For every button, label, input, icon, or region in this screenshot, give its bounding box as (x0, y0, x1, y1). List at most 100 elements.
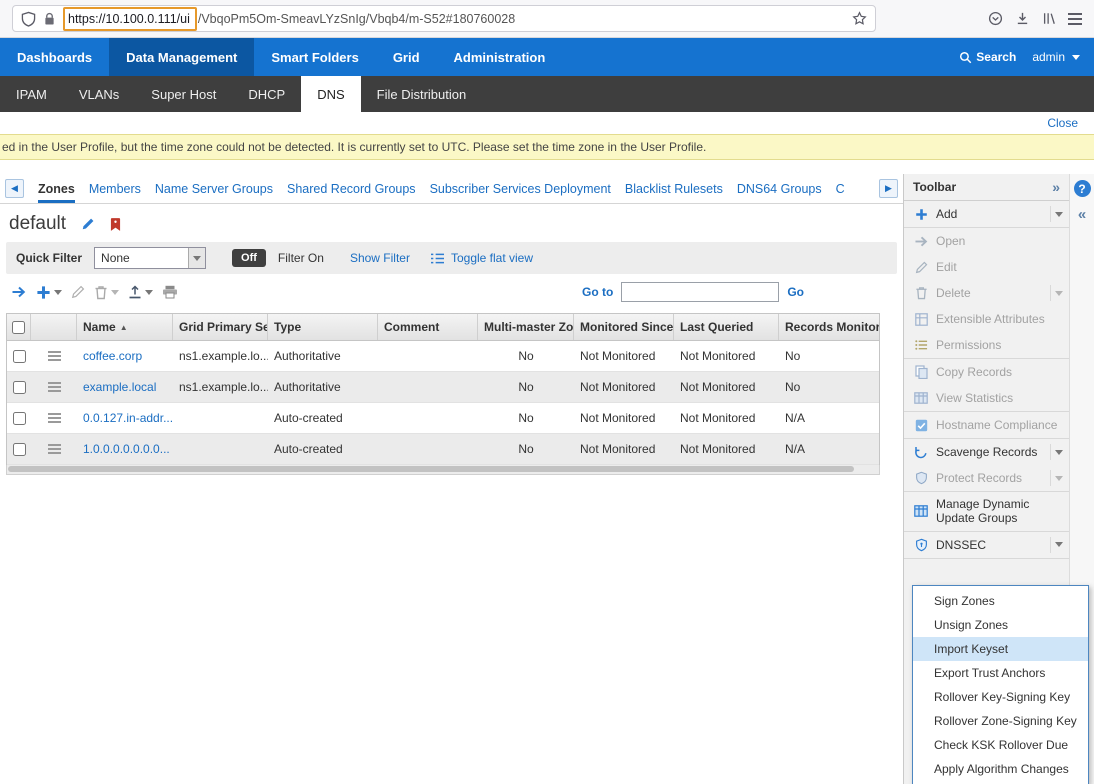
filter-on-label: Filter On (278, 251, 324, 265)
toolbar-item-label: Scavenge Records (936, 445, 1041, 459)
user-menu[interactable]: admin (1032, 50, 1080, 64)
manage-dynamic-update-groups-icon (913, 505, 929, 517)
tabs-scroll-left-button[interactable]: ◀ (5, 179, 24, 198)
zone-link[interactable]: 0.0.127.in-addr... (83, 411, 173, 425)
nav-item-smart-folders[interactable]: Smart Folders (254, 38, 375, 76)
subnav-item-vlans[interactable]: VLANs (63, 76, 135, 112)
quick-filter-select[interactable]: None (94, 247, 206, 269)
row-checkbox[interactable] (13, 350, 26, 363)
collapse-panel-icon[interactable]: « (1078, 206, 1086, 223)
go-button[interactable]: Go (787, 285, 804, 299)
subnav-label: DHCP (248, 87, 285, 102)
add-icon (913, 208, 929, 221)
subnav-item-dns[interactable]: DNS (301, 76, 360, 112)
zone-link[interactable]: example.local (83, 380, 156, 394)
select-all-checkbox[interactable] (12, 321, 25, 334)
help-icon[interactable]: ? (1074, 180, 1091, 197)
column-header-comment[interactable]: Comment (378, 314, 478, 340)
row-menu-icon[interactable] (48, 448, 61, 450)
tab-dns64-groups[interactable]: DNS64 Groups (737, 174, 822, 203)
column-header-type[interactable]: Type (268, 314, 378, 340)
filter-toggle-button[interactable]: Off (232, 249, 266, 267)
dnssec-dropdown-caret[interactable] (1050, 537, 1067, 553)
tab-subscriber-services-deployment[interactable]: Subscriber Services Deployment (430, 174, 611, 203)
row-menu-icon[interactable] (48, 417, 61, 419)
row-checkbox[interactable] (13, 412, 26, 425)
subnav-item-ipam[interactable]: IPAM (0, 76, 63, 112)
horizontal-scrollbar[interactable] (6, 465, 880, 475)
goto-input[interactable] (621, 282, 779, 302)
subnav-item-dhcp[interactable]: DHCP (232, 76, 301, 112)
tracking-shield-icon[interactable] (21, 11, 36, 27)
menu-item-rollover-key-signing-key[interactable]: Rollover Key-Signing Key (913, 685, 1088, 709)
global-search-button[interactable]: Search (959, 50, 1016, 64)
menu-item-rollover-zone-signing-key[interactable]: Rollover Zone-Signing Key (913, 709, 1088, 733)
table-row[interactable]: 1.0.0.0.0.0.0.0... Auto-created No Not M… (7, 434, 879, 465)
scavenge-dropdown-caret[interactable] (1050, 444, 1067, 460)
row-checkbox[interactable] (13, 443, 26, 456)
column-header-monitored-since[interactable]: Monitored Since (574, 314, 674, 340)
tab-truncated[interactable]: C (836, 174, 845, 203)
toggle-flat-view[interactable]: Toggle flat view (430, 251, 533, 265)
cell-comment (378, 434, 478, 464)
toolbar-manage-dynamic-update-groups-button[interactable]: Manage Dynamic Update Groups (904, 492, 1069, 531)
column-header-grid-primary[interactable]: Grid Primary Se... (173, 314, 268, 340)
nav-item-data-management[interactable]: Data Management (109, 38, 254, 76)
subnav-item-super-host[interactable]: Super Host (135, 76, 232, 112)
menu-item-export-trust-anchors[interactable]: Export Trust Anchors (913, 661, 1088, 685)
toolbar-dnssec-button[interactable]: DNSSEC (904, 532, 1069, 558)
row-checkbox[interactable] (13, 381, 26, 394)
expand-toolbar-icon[interactable]: » (1052, 179, 1060, 195)
nav-item-grid[interactable]: Grid (376, 38, 437, 76)
quick-filter-value: None (101, 251, 130, 265)
bookmark-star-icon[interactable] (852, 11, 867, 26)
table-row[interactable]: 0.0.127.in-addr... Auto-created No Not M… (7, 403, 879, 434)
add-caret-icon[interactable] (54, 290, 62, 295)
nav-item-dashboards[interactable]: Dashboards (0, 38, 109, 76)
menu-item-sign-zones[interactable]: Sign Zones (913, 589, 1088, 613)
lock-icon[interactable] (44, 12, 55, 26)
url-bar[interactable]: https://10.100.0.111/ui/VbqoPm5Om-SmeavL… (12, 5, 876, 32)
print-icon[interactable] (162, 285, 178, 299)
table-row[interactable]: coffee.corp ns1.example.lo... Authoritat… (7, 341, 879, 372)
browser-menu-icon[interactable] (1068, 18, 1082, 20)
tab-zones[interactable]: Zones (38, 174, 75, 203)
add-split-button[interactable] (36, 285, 62, 300)
handle-column-header (31, 314, 77, 340)
menu-item-check-ksk-rollover-due[interactable]: Check KSK Rollover Due (913, 733, 1088, 757)
scrollbar-thumb[interactable] (8, 466, 854, 472)
menu-item-apply-algorithm-changes[interactable]: Apply Algorithm Changes (913, 757, 1088, 781)
row-menu-icon[interactable] (48, 386, 61, 388)
edit-title-icon[interactable] (81, 217, 95, 231)
row-menu-icon[interactable] (48, 355, 61, 357)
tab-shared-record-groups[interactable]: Shared Record Groups (287, 174, 416, 203)
show-filter-link[interactable]: Show Filter (350, 251, 410, 265)
edit-icon (913, 261, 929, 274)
column-header-records-monitored[interactable]: Records Monitored (779, 314, 879, 340)
menu-item-import-keyset[interactable]: Import Keyset (913, 637, 1088, 661)
downloads-icon[interactable] (1015, 11, 1030, 26)
open-arrow-icon[interactable] (11, 285, 27, 299)
table-row[interactable]: example.local ns1.example.lo... Authorit… (7, 372, 879, 403)
nav-item-administration[interactable]: Administration (437, 38, 563, 76)
tab-name-server-groups[interactable]: Name Server Groups (155, 174, 273, 203)
column-header-name[interactable]: Name▲ (77, 314, 173, 340)
add-dropdown-caret[interactable] (1050, 206, 1067, 222)
export-split-button[interactable] (128, 285, 153, 299)
toolbar-add-button[interactable]: Add (904, 201, 1069, 227)
column-header-multi-master[interactable]: Multi-master Zone (478, 314, 574, 340)
library-icon[interactable] (1042, 11, 1056, 26)
tab-members[interactable]: Members (89, 174, 141, 203)
tabs-scroll-right-button[interactable]: ▶ (879, 179, 898, 198)
zone-link[interactable]: coffee.corp (83, 349, 142, 363)
tab-blacklist-rulesets[interactable]: Blacklist Rulesets (625, 174, 723, 203)
close-link[interactable]: Close (1047, 116, 1078, 130)
subnav-item-file-distribution[interactable]: File Distribution (361, 76, 483, 112)
column-header-last-queried[interactable]: Last Queried (674, 314, 779, 340)
menu-item-unsign-zones[interactable]: Unsign Zones (913, 613, 1088, 637)
bookmark-icon[interactable] (110, 217, 121, 232)
pocket-icon[interactable] (988, 11, 1003, 26)
export-caret-icon[interactable] (145, 290, 153, 295)
toolbar-scavenge-records-button[interactable]: Scavenge Records (904, 439, 1069, 465)
zone-link[interactable]: 1.0.0.0.0.0.0.0... (83, 442, 170, 456)
